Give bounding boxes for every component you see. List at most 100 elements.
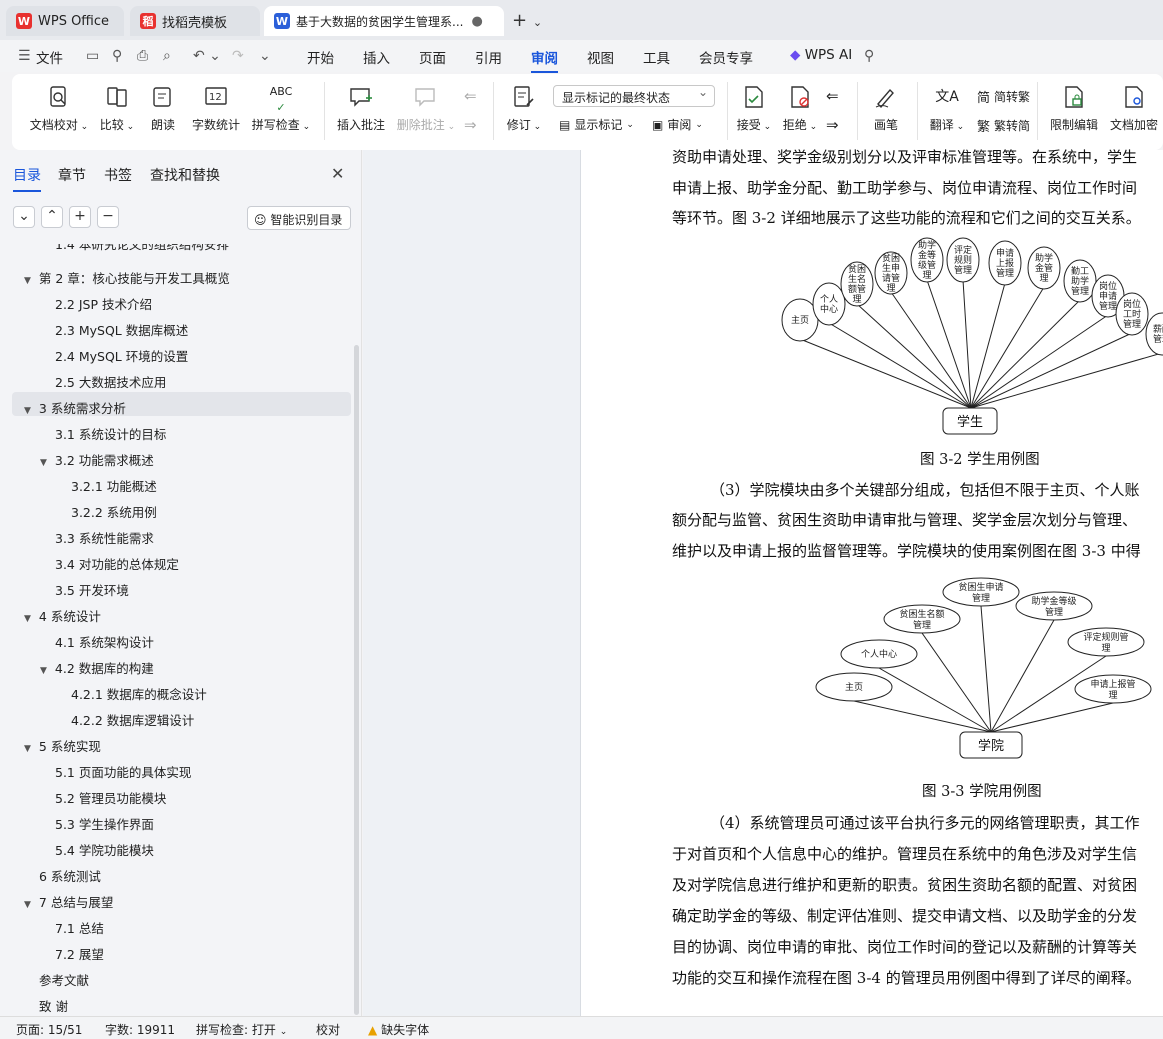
expand-toggle-icon[interactable]: ▼ [24, 406, 31, 416]
menu-page[interactable]: 页面 [419, 47, 446, 67]
status-spell-check[interactable]: 拼写检查: 打开 ⌄ [196, 1021, 287, 1038]
smart-toc-button[interactable]: ☺ 智能识别目录 [247, 206, 351, 230]
tab-wps-office[interactable]: W WPS Office [6, 6, 124, 36]
reject-button[interactable]: 拒绝 ⌄ [780, 84, 820, 133]
toc-item-3-5[interactable]: 3.5 开发环境 [55, 580, 129, 599]
tab-document[interactable]: W 基于大数据的贫困学生管理系... ● [264, 6, 504, 36]
toc-item-6[interactable]: 6 系统测试 [39, 866, 101, 885]
toc-item-references[interactable]: 参考文献 [39, 970, 89, 989]
panel-tab-bookmark[interactable]: 书签 [104, 165, 132, 185]
menu-view[interactable]: 视图 [587, 47, 614, 67]
pen-button[interactable]: 画笔 [868, 84, 904, 133]
toc-item-1-4[interactable]: 1.4 本研究论文的组织结构安排 [55, 244, 229, 252]
status-word-count[interactable]: 字数: 19911 [105, 1021, 175, 1038]
tab-template[interactable]: 稻 找稻壳模板 [130, 6, 260, 36]
collapse-all-button[interactable]: ⌄ [13, 206, 35, 228]
toc-item-3-4[interactable]: 3.4 对功能的总体规定 [55, 554, 179, 573]
expand-toggle-icon[interactable]: ▼ [40, 666, 47, 676]
toc-item-3-1[interactable]: 3.1 系统设计的目标 [55, 424, 166, 443]
toc-item-5-4[interactable]: 5.4 学院功能模块 [55, 840, 154, 859]
prev-change-icon[interactable]: ⇐ [826, 87, 839, 105]
close-panel-icon[interactable]: ✕ [331, 164, 344, 183]
word-count-button[interactable]: 12 字数统计 [189, 84, 243, 133]
remove-heading-button[interactable]: − [97, 206, 119, 228]
status-missing-font[interactable]: ▲ 缺失字体 [368, 1021, 429, 1038]
toc-item-2-2[interactable]: 2.2 JSP 技术介绍 [55, 294, 152, 313]
expand-toggle-icon[interactable]: ▼ [24, 744, 31, 754]
panel-tab-toc[interactable]: 目录 [13, 165, 41, 192]
insert-comment-button[interactable]: 插入批注 [334, 84, 388, 133]
toc-item-3-2-1[interactable]: 3.2.1 功能概述 [71, 476, 157, 495]
toc-item-4-2[interactable]: ▼ 4.2 数据库的构建 [40, 658, 154, 677]
status-page[interactable]: 页面: 15/51 [16, 1021, 82, 1038]
simp-to-trad-button[interactable]: 简简转繁 [977, 87, 1030, 106]
toc-item-7-1[interactable]: 7.1 总结 [55, 918, 104, 937]
panel-tab-find-replace[interactable]: 查找和替换 [150, 165, 220, 185]
review-pane-button[interactable]: ▣ 审阅 ⌄ [652, 116, 703, 133]
translate-button[interactable]: 文A 翻译 ⌄ [926, 84, 968, 133]
markup-state-select[interactable]: 显示标记的最终状态 [553, 85, 715, 107]
toc-item-4-1[interactable]: 4.1 系统架构设计 [55, 632, 154, 651]
toc-item-3-3[interactable]: 3.3 系统性能需求 [55, 528, 154, 547]
toc-item-5-3[interactable]: 5.3 学生操作界面 [55, 814, 154, 833]
next-comment-icon[interactable]: ⇒ [464, 116, 477, 134]
expand-toggle-icon[interactable]: ▼ [24, 276, 31, 286]
spell-check-button[interactable]: ABC ✓ 拼写检查 ⌄ [250, 84, 312, 133]
toc-item-4-2-2[interactable]: 4.2.2 数据库逻辑设计 [71, 710, 194, 729]
toc-item-5-1[interactable]: 5.1 页面功能的具体实现 [55, 762, 191, 781]
trad-to-simp-button[interactable]: 繁繁转简 [977, 116, 1030, 135]
toc-item-thanks[interactable]: 致 谢 [39, 996, 68, 1015]
menu-review[interactable]: 审阅 [531, 47, 558, 73]
toc-item-4[interactable]: ▼ 4 系统设计 [24, 606, 101, 625]
hamburger-icon[interactable]: ☰ [18, 48, 31, 64]
menu-home[interactable]: 开始 [307, 47, 334, 67]
expand-up-button[interactable]: ⌃ [41, 206, 63, 228]
toc-item-ch2[interactable]: ▼ 第 2 章：核心技能与开发工具概览 [24, 268, 230, 287]
toc-item-5-2[interactable]: 5.2 管理员功能模块 [55, 788, 166, 807]
add-heading-button[interactable]: + [69, 206, 91, 228]
expand-toggle-icon[interactable]: ▼ [24, 900, 31, 910]
toc-item-2-4[interactable]: 2.4 MySQL 环境的设置 [55, 346, 188, 365]
menu-insert[interactable]: 插入 [363, 47, 390, 67]
menu-reference[interactable]: 引用 [475, 47, 502, 67]
compare-button[interactable]: 比较 ⌄ [97, 84, 137, 133]
toc-item-2-5[interactable]: 2.5 大数据技术应用 [55, 372, 166, 391]
link-icon[interactable]: ⚲ [112, 48, 122, 64]
toc-item-3-2-2[interactable]: 3.2.2 系统用例 [71, 502, 157, 521]
toc-item-4-2-1[interactable]: 4.2.1 数据库的概念设计 [71, 684, 207, 703]
undo-icon[interactable]: ↶ ⌄ [193, 48, 221, 64]
show-markup-button[interactable]: ▤ 显示标记 ⌄ [559, 116, 634, 133]
expand-toggle-icon[interactable]: ▼ [40, 458, 47, 468]
next-change-icon[interactable]: ⇒ [826, 116, 839, 134]
menu-vip[interactable]: 会员专享 [699, 47, 753, 67]
proof-button[interactable]: 文档校对 ⌄ [29, 84, 89, 133]
toc-item-3[interactable]: ▼ 3 系统需求分析 [24, 398, 126, 417]
toc-item-7[interactable]: ▼ 7 总结与展望 [24, 892, 113, 911]
accept-button[interactable]: 接受 ⌄ [734, 84, 774, 133]
read-aloud-button[interactable]: 朗读 [147, 84, 179, 133]
menu-file[interactable]: 文件 [36, 47, 63, 67]
toc-scrollbar[interactable] [354, 345, 359, 1015]
toc-item-2-3[interactable]: 2.3 MySQL 数据库概述 [55, 320, 188, 339]
delete-comment-button[interactable]: 删除批注 ⌄ [395, 84, 457, 133]
redo-icon[interactable]: ↷ [232, 48, 244, 64]
prev-comment-icon[interactable]: ⇐ [464, 87, 477, 105]
toc-item-3-2[interactable]: ▼ 3.2 功能需求概述 [40, 450, 154, 469]
more-icon[interactable]: ⌄ [259, 48, 271, 64]
print-icon[interactable]: ⎙ [137, 48, 148, 64]
save-icon[interactable]: ▭ [86, 48, 99, 64]
new-tab-button[interactable]: + ⌄ [512, 10, 542, 31]
encrypt-button[interactable]: 文档加密 [1108, 84, 1160, 133]
status-proof[interactable]: 校对 [316, 1021, 340, 1038]
search-icon[interactable]: ⚲ [864, 48, 874, 64]
toc-item-5[interactable]: ▼ 5 系统实现 [24, 736, 101, 755]
menu-tools[interactable]: 工具 [643, 47, 670, 67]
close-tab-icon[interactable]: ● [471, 14, 482, 29]
print-preview-icon[interactable]: ⌕ [163, 48, 171, 64]
wps-ai-button[interactable]: ◆ WPS AI [790, 47, 852, 63]
restrict-edit-button[interactable]: 限制编辑 [1046, 84, 1102, 133]
toc-item-7-2[interactable]: 7.2 展望 [55, 944, 104, 963]
revise-button[interactable]: 修订 ⌄ [502, 84, 546, 133]
expand-toggle-icon[interactable]: ▼ [24, 614, 31, 624]
panel-tab-chapter[interactable]: 章节 [58, 165, 86, 185]
